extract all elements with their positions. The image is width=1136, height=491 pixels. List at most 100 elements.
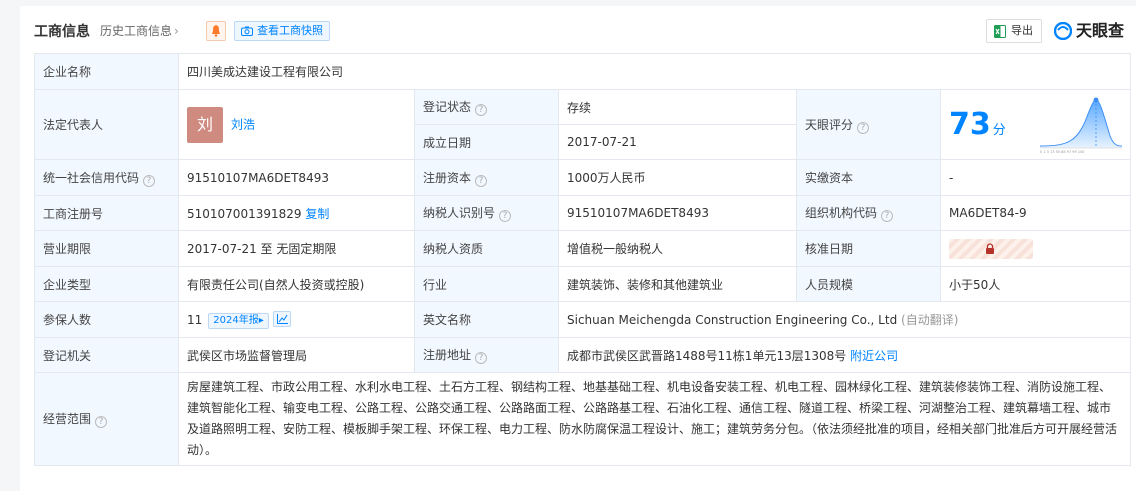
question-icon[interactable]: ?	[475, 352, 488, 364]
term-label: 营业期限	[34, 230, 179, 267]
table-row: 企业名称 四川美成达建设工程有限公司	[34, 53, 1132, 90]
industry-value: 建筑装饰、装修和其他建筑业	[558, 266, 797, 302]
question-icon[interactable]: ?	[475, 174, 488, 187]
company-name-label: 企业名称	[34, 53, 179, 90]
taxpayer-id-label-cell: 纳税人识别号?	[414, 195, 559, 231]
scope-value: 房屋建筑工程、市政公用工程、水利水电工程、土石方工程、钢结构工程、地基基础工程、…	[177, 372, 1132, 466]
scope-label-cell: 经营范围?	[34, 372, 179, 466]
score-value: 73	[949, 107, 991, 142]
view-snapshot-button[interactable]: 查看工商快照	[234, 21, 330, 41]
business-info-table: 企业名称 四川美成达建设工程有限公司 法定代表人 刘刘浩 登记状态? 存续 天眼…	[34, 53, 1132, 466]
english-name-value: Sichuan Meichengda Construction Engineer…	[567, 313, 898, 327]
view-snapshot-label: 查看工商快照	[257, 24, 323, 37]
lock-icon	[986, 242, 994, 254]
score-cell[interactable]: 73 分 0 1 3 13 50 88 97 99 100	[939, 89, 1132, 160]
business-info-card: 工商信息 历史工商信息 › 查看工商快照 导出 天眼查 企业名称 四川美成达建设工…	[20, 6, 1136, 491]
nearby-companies-link[interactable]: 附近公司	[850, 349, 898, 363]
section-header: 工商信息 历史工商信息 › 查看工商快照 导出 天眼查	[34, 16, 1134, 46]
reg-capital-label-cell: 注册资本?	[414, 159, 559, 196]
question-icon[interactable]: ?	[857, 121, 870, 134]
industry-label: 行业	[414, 266, 559, 302]
score-label: 天眼评分	[805, 117, 854, 132]
taxpayer-id-label: 纳税人识别号	[423, 206, 496, 220]
export-label: 导出	[1011, 24, 1033, 37]
question-icon[interactable]: ?	[475, 104, 488, 116]
trend-button[interactable]	[272, 310, 291, 327]
scope-label: 经营范围	[43, 412, 92, 426]
reg-no-label: 工商注册号	[34, 195, 179, 231]
reg-no-value: 510107001391829	[187, 206, 302, 221]
paid-capital-label: 实缴资本	[796, 159, 941, 196]
legal-rep-label: 法定代表人	[34, 89, 179, 160]
section-title: 工商信息	[34, 24, 90, 40]
english-name-label: 英文名称	[414, 301, 559, 338]
reg-status-label: 登记状态	[423, 100, 472, 114]
bell-icon	[212, 25, 220, 37]
avatar[interactable]: 刘	[187, 106, 223, 143]
address-label-cell: 注册地址?	[414, 337, 559, 373]
org-code-label: 组织机构代码	[805, 206, 878, 220]
credit-code-label: 统一社会信用代码	[43, 170, 140, 185]
question-icon[interactable]: ?	[881, 210, 894, 222]
paid-capital-value: -	[939, 159, 1132, 196]
question-icon[interactable]: ?	[143, 174, 156, 187]
company-name-value: 四川美成达建设工程有限公司	[177, 53, 1132, 90]
reg-status-value: 存续	[558, 89, 797, 125]
insured-value: 11	[187, 312, 203, 327]
question-icon[interactable]: ?	[95, 416, 108, 428]
address-cell: 成都市武侯区武晋路1488号11栋1单元13层1308号 附近公司	[557, 337, 1132, 373]
table-row: 登记机关 武侯区市场监督管理局 注册地址? 成都市武侯区武晋路1488号11栋1…	[34, 337, 1132, 373]
org-code-label-cell: 组织机构代码?	[796, 195, 941, 231]
trend-chart-icon	[276, 313, 288, 324]
approval-date-locked[interactable]	[949, 238, 1033, 259]
insured-label: 参保人数	[34, 301, 179, 338]
english-name-cell: Sichuan Meichengda Construction Engineer…	[557, 301, 1132, 338]
table-row: 经营范围? 房屋建筑工程、市政公用工程、水利水电工程、土石方工程、钢结构工程、地…	[34, 372, 1132, 466]
insured-cell: 11 2024年报▸	[178, 301, 415, 338]
approval-date-cell	[939, 230, 1132, 267]
tianyancha-logo-icon	[1054, 22, 1072, 40]
score-label-cell: 天眼评分?	[796, 89, 941, 160]
copy-button[interactable]: 复制	[305, 207, 329, 221]
table-row: 法定代表人 刘刘浩 登记状态? 存续 天眼评分? 73 分 0 1 3 13 50…	[34, 89, 1132, 160]
taxpayer-qual-value: 增值税一般纳税人	[558, 230, 797, 267]
est-date-label: 成立日期	[414, 124, 559, 160]
est-date-value: 2017-07-21	[558, 124, 797, 160]
table-row: 工商注册号 510107001391829 复制 纳税人识别号? 9151010…	[34, 195, 1132, 231]
org-code-value: MA6DET84-9	[939, 195, 1132, 231]
staff-size-value: 小于50人	[939, 266, 1132, 302]
legal-rep-cell: 刘刘浩	[178, 89, 415, 160]
staff-size-label: 人员规模	[796, 266, 941, 302]
question-icon[interactable]: ?	[499, 210, 512, 222]
history-info-label: 历史工商信息	[100, 24, 173, 38]
table-row: 统一社会信用代码? 91510107MA6DET8493 注册资本? 1000万…	[34, 159, 1132, 196]
credit-code-value: 91510107MA6DET8493	[178, 159, 415, 196]
address-label: 注册地址	[423, 348, 472, 362]
address-value: 成都市武侯区武晋路1488号11栋1单元13层1308号	[567, 348, 847, 363]
camera-icon	[241, 26, 253, 36]
company-type-label: 企业类型	[34, 266, 179, 302]
table-row: 企业类型 有限责任公司(自然人投资或控股) 行业 建筑装饰、装修和其他建筑业 人…	[34, 266, 1132, 302]
taxpayer-qual-label: 纳税人资质	[414, 230, 559, 267]
score-curve-icon: 0 1 3 13 50 88 97 99 100	[1040, 97, 1123, 154]
chevron-right-icon: ›	[174, 24, 179, 38]
term-value: 2017-07-21 至 无固定期限	[178, 230, 415, 267]
tianyancha-logo: 天眼查	[1054, 19, 1124, 43]
history-info-link[interactable]: 历史工商信息 ›	[100, 22, 179, 39]
authority-label: 登记机关	[34, 337, 179, 373]
company-type-value: 有限责任公司(自然人投资或控股)	[178, 266, 415, 302]
export-button[interactable]: 导出	[986, 19, 1042, 43]
legal-rep-link[interactable]: 刘浩	[231, 117, 255, 131]
reg-no-cell: 510107001391829 复制	[178, 195, 415, 231]
reg-capital-label: 注册资本	[423, 170, 472, 185]
taxpayer-id-value: 91510107MA6DET8493	[558, 195, 797, 231]
logo-text: 天眼查	[1076, 21, 1125, 40]
svg-text:0 1 3 13 50 88 97 99 100: 0 1 3 13 50 88 97 99 100	[1040, 150, 1085, 154]
reg-capital-value: 1000万人民币	[558, 159, 797, 196]
credit-code-label-cell: 统一社会信用代码?	[34, 159, 179, 196]
table-row: 参保人数 11 2024年报▸ 英文名称 Sichuan Meichengda C…	[34, 301, 1132, 338]
monitor-button[interactable]	[206, 21, 226, 41]
auto-translate-note: (自动翻译)	[901, 313, 959, 327]
annual-report-badge[interactable]: 2024年报▸	[208, 312, 269, 329]
score-unit: 分	[992, 123, 1006, 138]
